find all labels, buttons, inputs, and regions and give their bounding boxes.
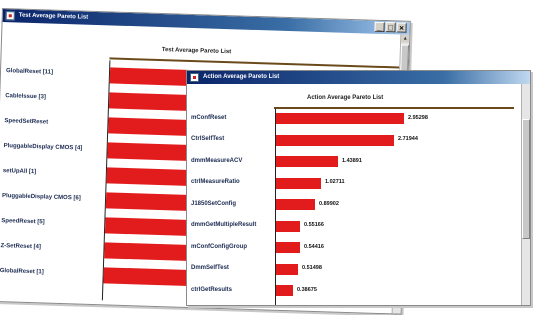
action-pareto-titlebar[interactable]: Action Average Pareto List [187,71,530,84]
bar-value-label: 0.54416 [304,243,324,250]
pareto-bar [276,263,298,275]
app-window-icon [190,73,199,82]
minimize-button[interactable]: _ [374,21,385,33]
category-label: dmmMeasureACV [191,157,243,164]
scroll-up-icon[interactable]: ▲ [401,34,410,43]
action-pareto-chart-title: Action Average Pareto List [307,95,384,101]
test-pareto-chart-title: Test Average Pareto List [161,47,232,56]
category-label: Z-SetReset [4] [0,243,41,251]
bar-value-label: 0.55166 [304,222,324,228]
category-label: dmmGetMultipleResult [191,222,257,228]
bar-value-label: 0.38675 [297,286,317,293]
pareto-bar [276,177,321,189]
pareto-bar [276,156,338,167]
bar-value-label: 0.89902 [319,200,339,207]
category-label: PluggableDisplay CMOS [4] [3,143,83,152]
category-label: SpeedSetReset [4,118,49,126]
category-label: ctrlGetResults [191,286,233,293]
category-label: ctrlMeasureRatio [191,179,240,185]
bar-value-label: 1.02711 [325,179,345,185]
bar-value-label: 2.71944 [398,136,418,142]
test-pareto-titlebar[interactable]: Test Average Pareto List _ □ × [2,9,410,35]
maximize-button[interactable]: □ [385,22,396,33]
pareto-bar [276,220,300,232]
category-label: PluggableDisplay CMOS [6] [1,193,81,202]
scroll-thumb[interactable] [522,119,530,239]
pareto-bar [276,199,315,210]
pareto-bar [276,113,404,124]
bar-value-label: 1.43891 [342,157,362,164]
action-pareto-window: Action Average Pareto List Action Averag… [186,70,531,306]
category-label: SpeedReset [5] [1,218,45,226]
close-button[interactable]: × [396,22,407,33]
test-pareto-chart-rule [109,57,400,69]
bar-value-label: 2.95298 [408,114,428,121]
category-label: GlobalReset [11] [5,68,54,76]
action-pareto-scrollbar[interactable] [521,84,530,305]
category-label: setUpAll [1] [2,168,37,176]
app-window-icon [5,11,15,21]
test-pareto-window-title: Test Average Pareto List [18,12,89,21]
pareto-bar [276,242,300,253]
category-label: DmmSelfTest [191,265,229,271]
category-label: mConfConfigGroup [191,243,247,250]
bar-value-label: 0.51498 [302,265,322,271]
action-pareto-window-title: Action Average Pareto List [203,74,280,80]
category-label: J1850SetConfig [191,200,237,207]
pareto-bar [276,134,394,146]
category-label: GlobalReset [1] [0,268,44,276]
action-pareto-chart-rule [274,107,514,109]
category-label: CtrlSelfTest [191,136,225,142]
category-label: mConfReset [191,114,227,121]
category-label: CableIssue [3] [5,93,46,101]
pareto-bar [276,285,293,296]
